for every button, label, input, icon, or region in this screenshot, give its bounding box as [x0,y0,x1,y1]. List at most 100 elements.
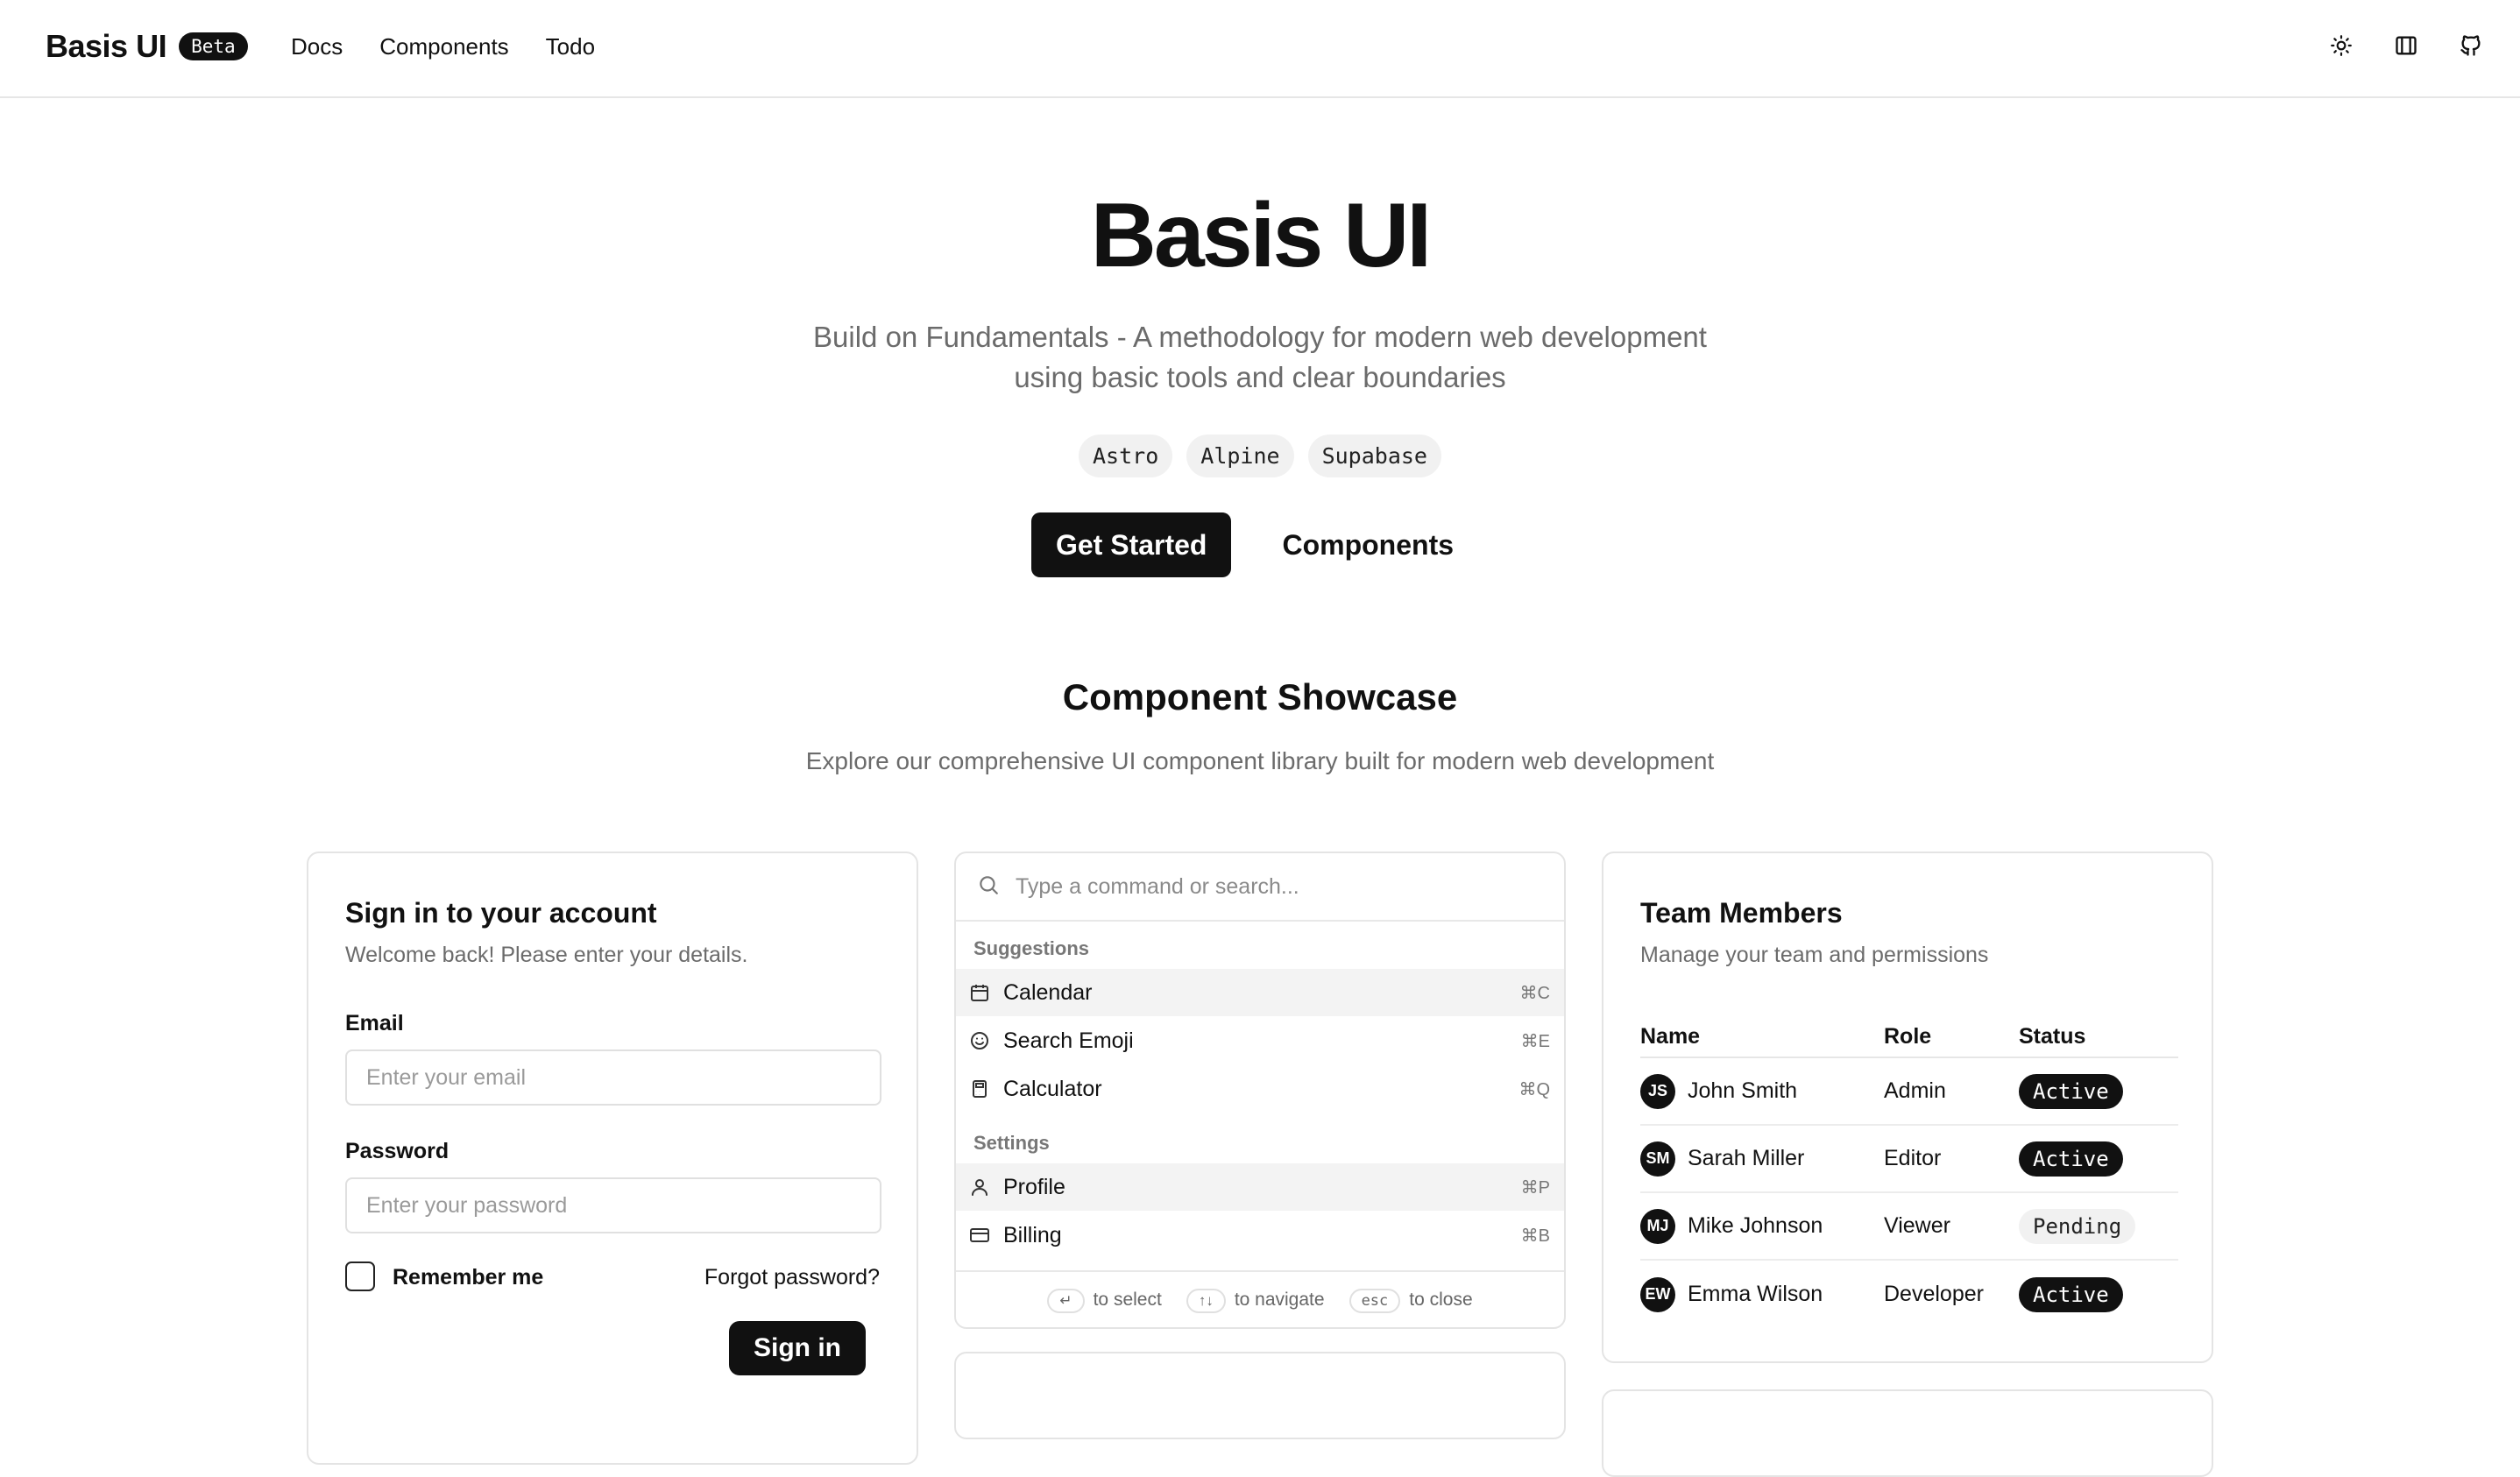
nav-links: Docs Components Todo [291,33,595,60]
command-item-billing[interactable]: Billing ⌘B [956,1212,1564,1259]
user-icon [968,1176,991,1198]
sign-in-button[interactable]: Sign in [729,1321,866,1375]
command-group-settings: Settings [973,1132,1050,1154]
password-label: Password [345,1139,449,1163]
team-members-card: Team Members Manage your team and permis… [1602,852,2213,1363]
status-badge: Pending [2019,1208,2136,1244]
command-search-input[interactable]: Type a command or search... [1016,874,1299,900]
member-role: Developer [1884,1282,1984,1306]
beta-badge: Beta [179,32,248,60]
member-name-cell: EW Emma Wilson [1640,1276,1884,1312]
member-name: Emma Wilson [1688,1282,1823,1306]
member-name: Sarah Miller [1688,1146,1805,1170]
avatar: JS [1640,1073,1675,1109]
footer-hint-close: esc to close [1348,1288,1473,1313]
team-description: Manage your team and permissions [1640,943,1989,967]
command-item-profile[interactable]: Profile ⌘P [956,1163,1564,1211]
enter-key: ↵ [1047,1288,1085,1313]
member-status-cell: Active [2019,1141,2178,1177]
calendar-icon [968,981,991,1004]
nav-link-components[interactable]: Components [379,33,508,60]
column-header-status: Status [2019,1023,2086,1049]
footer-hint-navigate: ↑↓ to navigate [1186,1288,1325,1313]
command-shortcut: ⌘P [1520,1177,1550,1198]
sidebar-icon[interactable] [2392,32,2420,60]
member-role: Editor [1884,1146,1942,1170]
get-started-button[interactable]: Get Started [1030,512,1232,577]
credit-card-icon [968,1224,991,1247]
brand[interactable]: Basis UI Beta [46,28,248,65]
esc-key: esc [1348,1288,1401,1313]
tag-alpine: Alpine [1186,435,1294,477]
status-badge: Active [2019,1141,2123,1177]
table-row[interactable]: EW Emma Wilson Developer Active [1640,1261,2178,1328]
remember-me-checkbox[interactable] [345,1261,375,1291]
calculator-icon [968,1078,991,1100]
command-item-label: Calculator [1003,1076,1102,1101]
forgot-password-link[interactable]: Forgot password? [704,1265,880,1290]
command-item-calculator[interactable]: Calculator ⌘Q [956,1065,1564,1113]
status-badge: Active [2019,1073,2123,1109]
tag-supabase: Supabase [1307,435,1441,477]
nav-icons [2327,32,2485,60]
email-label: Email [345,1011,404,1035]
member-role: Viewer [1884,1213,1950,1238]
command-shortcut: ⌘C [1519,983,1550,1003]
member-name-cell: SM Sarah Miller [1640,1141,1884,1177]
footer-hint-text: to navigate [1234,1289,1325,1310]
nav-link-docs[interactable]: Docs [291,33,343,60]
command-item-search-emoji[interactable]: Search Emoji ⌘E [956,1017,1564,1064]
command-item-label: Profile [1003,1174,1065,1199]
command-footer: ↵ to select ↑↓ to navigate esc to close [956,1270,1564,1327]
github-icon[interactable] [2457,32,2485,60]
member-status-cell: Active [2019,1073,2178,1109]
column-header-name: Name [1640,1023,1701,1049]
member-status-cell: Active [2019,1276,2178,1312]
table-header: Name Role Status [1640,1016,2178,1058]
signin-title: Sign in to your account [345,897,657,929]
command-palette-card: Type a command or search... Suggestions … [954,852,1566,1329]
signin-description: Welcome back! Please enter your details. [345,943,748,967]
smile-icon [968,1029,991,1052]
member-role: Admin [1884,1078,1946,1103]
next-card-right [1602,1389,2213,1477]
showcase-title: Component Showcase [1062,676,1458,717]
arrow-keys: ↑↓ [1186,1288,1226,1313]
command-shortcut: ⌘Q [1518,1079,1550,1099]
status-badge: Active [2019,1276,2123,1312]
tag-astro: Astro [1079,435,1173,477]
command-item-calendar[interactable]: Calendar ⌘C [956,969,1564,1016]
member-name-cell: JS John Smith [1640,1073,1884,1109]
tech-tags: Astro Alpine Supabase [0,435,2520,477]
team-table: Name Role Status JS John Smith Admin Act… [1640,1016,2178,1328]
brand-name: Basis UI [46,28,167,64]
search-icon [977,873,1000,901]
password-field[interactable] [345,1177,881,1233]
footer-hint-text: to close [1409,1289,1473,1310]
footer-hint-select: ↵ to select [1047,1288,1162,1313]
table-row[interactable]: SM Sarah Miller Editor Active [1640,1126,2178,1193]
hero-subtitle-line-2: using basic tools and clear boundaries [1014,361,1506,393]
remember-me-label: Remember me [393,1265,544,1290]
member-name-cell: MJ Mike Johnson [1640,1208,1884,1244]
command-shortcut: ⌘E [1520,1031,1550,1051]
footer-hint-text: to select [1093,1289,1162,1310]
sun-icon[interactable] [2327,32,2355,60]
member-name: John Smith [1688,1078,1798,1103]
command-search[interactable]: Type a command or search... [956,853,1564,922]
command-item-label: Billing [1003,1222,1062,1247]
top-navigation: Basis UI Beta Docs Components Todo [0,0,2520,98]
avatar: EW [1640,1276,1675,1312]
team-title: Team Members [1640,897,1843,929]
table-row[interactable]: MJ Mike Johnson Viewer Pending [1640,1193,2178,1261]
components-button[interactable]: Components [1247,512,1489,577]
next-card-middle [954,1352,1566,1439]
table-row[interactable]: JS John Smith Admin Active [1640,1058,2178,1126]
hero-subtitle-line-1: Build on Fundamentals - A methodology fo… [813,321,1707,353]
member-status-cell: Pending [2019,1208,2178,1244]
email-field[interactable] [345,1049,881,1106]
nav-link-todo[interactable]: Todo [546,33,595,60]
command-item-label: Calendar [1003,979,1093,1005]
hero-actions: Get Started Components [0,512,2520,577]
column-header-role: Role [1884,1023,1932,1049]
